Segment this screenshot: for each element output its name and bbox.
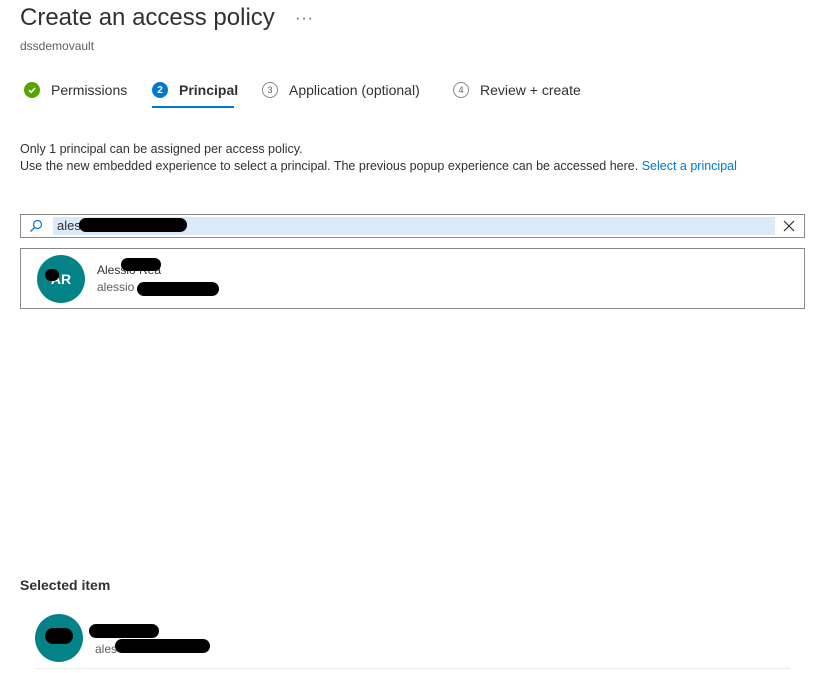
step-label: Permissions [51, 82, 128, 98]
step-label: Principal [179, 82, 239, 98]
tab-application[interactable]: 3 Application (optional) [262, 78, 420, 102]
checkmark-icon [24, 82, 40, 98]
avatar: AR [37, 255, 85, 303]
search-icon [30, 219, 43, 232]
more-options-button[interactable]: ··· [295, 10, 314, 28]
step-number-icon: 4 [453, 82, 469, 98]
step-label: Review + create [480, 82, 581, 98]
selected-item: AR ales [35, 612, 790, 669]
active-step-indicator [152, 106, 234, 108]
info-line-2: Use the new embedded experience to selec… [20, 158, 737, 175]
page-subtitle: dssdemovault [20, 39, 95, 53]
redaction-mark [121, 258, 161, 271]
wizard-steps: Permissions 2 Principal 3 Application (o… [24, 78, 724, 108]
info-line-2-text: Use the new embedded experience to selec… [20, 159, 639, 173]
redaction-mark [115, 639, 210, 653]
tab-principal[interactable]: 2 Principal [152, 78, 238, 102]
search-result-item[interactable]: AR Alessio Rea alessio [20, 248, 805, 309]
step-label: Application (optional) [289, 82, 420, 98]
step-number-icon: 3 [262, 82, 278, 98]
tab-review-create[interactable]: 4 Review + create [453, 78, 581, 102]
result-email: alessio [97, 280, 135, 294]
redaction-mark [45, 269, 59, 281]
redaction-mark [45, 628, 73, 644]
redaction-mark [89, 624, 159, 638]
redaction-mark [137, 282, 219, 296]
select-principal-link[interactable]: Select a principal [642, 159, 737, 173]
page-title: Create an access policy [20, 4, 275, 31]
search-input[interactable]: ales [20, 214, 805, 238]
tab-permissions[interactable]: Permissions [24, 78, 127, 102]
close-icon[interactable] [782, 219, 796, 233]
step-number-icon: 2 [152, 82, 168, 98]
selected-email: ales [95, 642, 118, 656]
selected-item-title: Selected item [20, 577, 111, 593]
info-text: Only 1 principal can be assigned per acc… [20, 141, 737, 175]
info-line-1: Only 1 principal can be assigned per acc… [20, 142, 303, 156]
redaction-mark [79, 218, 187, 232]
